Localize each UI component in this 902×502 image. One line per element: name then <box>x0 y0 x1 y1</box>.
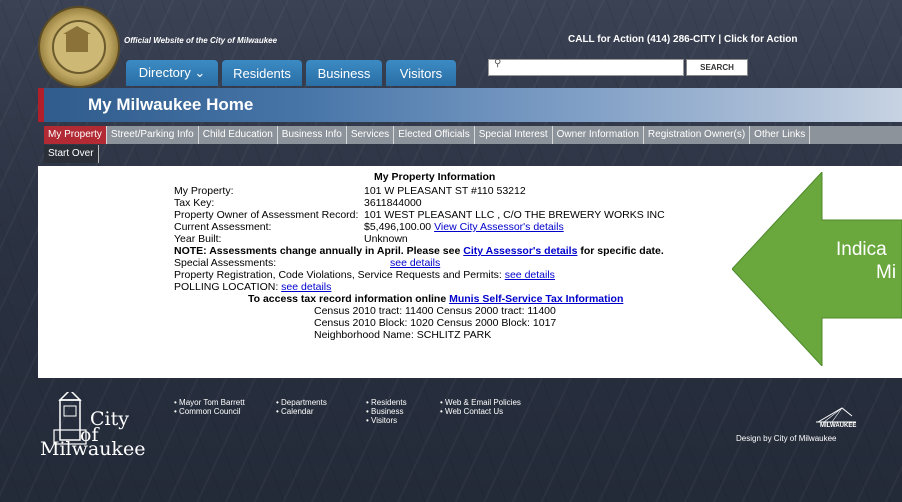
owner-value: 101 WEST PLEASANT LLC , C/O THE BREWERY … <box>364 209 665 221</box>
nav-tab-residents[interactable]: Residents <box>222 60 302 86</box>
assessment-value: $5,496,100.00 <box>364 221 432 233</box>
footer-links-col4: Web & Email Policies Web Contact Us <box>440 398 521 416</box>
footer-link-calendar[interactable]: Calendar <box>276 407 327 416</box>
special-assessments-link[interactable]: see details <box>390 257 440 269</box>
page-title-bar: My Milwaukee Home <box>38 88 902 122</box>
subnav-street-parking[interactable]: Street/Parking Info <box>107 126 199 144</box>
note-suffix: for specific date. <box>580 245 664 257</box>
note-assessor-link[interactable]: City Assessor's details <box>463 245 577 257</box>
city-seal-logo[interactable] <box>38 6 120 88</box>
footer-link-business[interactable]: Business <box>366 407 407 416</box>
subnav-my-property[interactable]: My Property <box>44 126 107 144</box>
tax-key-value: 3611844000 <box>364 197 422 209</box>
search-icon: ⚲ <box>494 58 502 69</box>
subnav-elected-officials[interactable]: Elected Officials <box>394 126 475 144</box>
footer-link-council[interactable]: Common Council <box>174 407 245 416</box>
assessment-note: NOTE: Assessments change annually in Apr… <box>174 245 664 257</box>
footer-milwaukee-text: Milwaukee <box>40 438 146 460</box>
polling-label: POLLING LOCATION: <box>174 281 279 293</box>
nav-tab-directory[interactable]: Directory ⌄ <box>126 60 218 86</box>
subnav-special-interest[interactable]: Special Interest <box>475 126 553 144</box>
neighborhood-name: Neighborhood Name: SCHLITZ PARK <box>314 329 492 341</box>
assessor-details-link[interactable]: View City Assessor's details <box>434 221 564 233</box>
tax-key-label: Tax Key: <box>174 197 215 209</box>
footer-link-departments[interactable]: Departments <box>276 398 327 407</box>
property-info-heading: My Property Information <box>374 171 496 183</box>
official-website-text: Official Website of the City of Milwauke… <box>124 36 278 45</box>
search-input[interactable] <box>488 59 684 76</box>
subnav-business-info[interactable]: Business Info <box>278 126 347 144</box>
callout-text-line1: Indica <box>836 239 887 260</box>
footer-links-col2: Departments Calendar <box>276 398 327 416</box>
milwaukee-logo-text: MILWAUKEE <box>820 423 857 429</box>
nav-tab-visitors[interactable]: Visitors <box>386 60 456 86</box>
design-credit: Design by City of Milwaukee <box>736 434 837 443</box>
polling-link[interactable]: see details <box>281 281 331 293</box>
owner-label: Property Owner of Assessment Record: <box>174 209 359 221</box>
page-title: My Milwaukee Home <box>88 95 254 114</box>
start-over-button[interactable]: Start Over <box>44 145 99 163</box>
footer-links-col1: Mayor Tom Barrett Common Council <box>174 398 245 416</box>
munis-tax-link[interactable]: Munis Self-Service Tax Information <box>449 293 623 305</box>
census-block: Census 2010 Block: 1020 Census 2000 Bloc… <box>314 317 557 329</box>
nav-tab-business[interactable]: Business <box>306 60 382 86</box>
my-property-value: 101 W PLEASANT ST #110 53212 <box>364 185 526 197</box>
year-built-value: Unknown <box>364 233 408 245</box>
tax-access-row: To access tax record information online … <box>248 293 623 305</box>
search-button[interactable]: SEARCH <box>686 59 748 76</box>
my-property-label: My Property: <box>174 185 234 197</box>
footer-link-policies[interactable]: Web & Email Policies <box>440 398 521 407</box>
subnav-other-links[interactable]: Other Links <box>750 126 811 144</box>
footer-link-contact[interactable]: Web Contact Us <box>440 407 521 416</box>
site-header: Official Website of the City of Milwauke… <box>0 0 902 88</box>
seal-building <box>66 32 88 52</box>
registration-text: Property Registration, Code Violations, … <box>174 269 502 281</box>
note-prefix: NOTE: Assessments change annually in Apr… <box>174 245 461 257</box>
year-built-label: Year Built: <box>174 233 222 245</box>
property-subnav: My Property Street/Parking Info Child Ed… <box>44 126 902 144</box>
callout-text-line2: Mi <box>876 262 897 283</box>
registration-link[interactable]: see details <box>505 269 555 281</box>
subnav-owner-information[interactable]: Owner Information <box>553 126 644 144</box>
census-tract: Census 2010 tract: 11400 Census 2000 tra… <box>314 305 556 317</box>
call-for-action-link[interactable]: CALL for Action (414) 286-CITY | Click f… <box>568 34 798 45</box>
polling-row: POLLING LOCATION: see details <box>174 281 331 293</box>
registration-row: Property Registration, Code Violations, … <box>174 269 555 281</box>
footer-links-col3: Residents Business Visitors <box>366 398 407 425</box>
footer-link-mayor[interactable]: Mayor Tom Barrett <box>174 398 245 407</box>
subnav-services[interactable]: Services <box>347 126 395 144</box>
special-assessments-label: Special Assessments: <box>174 257 277 269</box>
subnav-child-education[interactable]: Child Education <box>199 126 278 144</box>
assessment-row: $5,496,100.00 View City Assessor's detai… <box>364 221 564 233</box>
subnav-registration-owners[interactable]: Registration Owner(s) <box>644 126 751 144</box>
tax-access-text: To access tax record information online <box>248 293 447 305</box>
footer-link-visitors[interactable]: Visitors <box>366 416 407 425</box>
footer-link-residents[interactable]: Residents <box>366 398 407 407</box>
assessment-label: Current Assessment: <box>174 221 272 233</box>
